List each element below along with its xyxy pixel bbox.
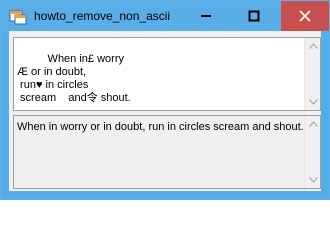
output-scrollbar[interactable]	[304, 116, 320, 188]
input-scrollbar[interactable]	[304, 38, 320, 110]
maximize-icon	[248, 10, 260, 22]
output-text: When in worry or in doubt, run in circle…	[17, 121, 304, 133]
chevron-up-icon	[308, 43, 318, 49]
app-window-icon	[9, 10, 27, 25]
chevron-down-icon	[308, 177, 318, 183]
scroll-up-arrow[interactable]	[305, 116, 321, 132]
maximize-button[interactable]	[239, 1, 269, 31]
scroll-down-arrow[interactable]	[305, 94, 321, 110]
minimize-button[interactable]	[191, 1, 221, 31]
chevron-down-icon	[308, 99, 318, 105]
client-area: When in£ worry Æ or in doubt, run♥ in ci…	[9, 31, 321, 191]
scroll-down-arrow[interactable]	[305, 172, 321, 188]
scroll-up-arrow[interactable]	[305, 38, 321, 54]
app-window: howto_remove_non_ascii When in£ worry Æ …	[0, 0, 330, 200]
title-bar[interactable]: howto_remove_non_ascii	[1, 1, 329, 31]
input-text[interactable]: When in£ worry Æ or in doubt, run♥ in ci…	[17, 53, 299, 105]
output-textbox[interactable]: When in worry or in doubt, run in circle…	[13, 115, 321, 189]
chevron-up-icon	[308, 121, 318, 127]
minimize-icon	[201, 15, 211, 17]
close-button[interactable]	[281, 1, 329, 31]
window-title: howto_remove_non_ascii	[34, 9, 171, 23]
close-icon	[299, 10, 311, 22]
input-textbox[interactable]: When in£ worry Æ or in doubt, run♥ in ci…	[13, 37, 321, 111]
